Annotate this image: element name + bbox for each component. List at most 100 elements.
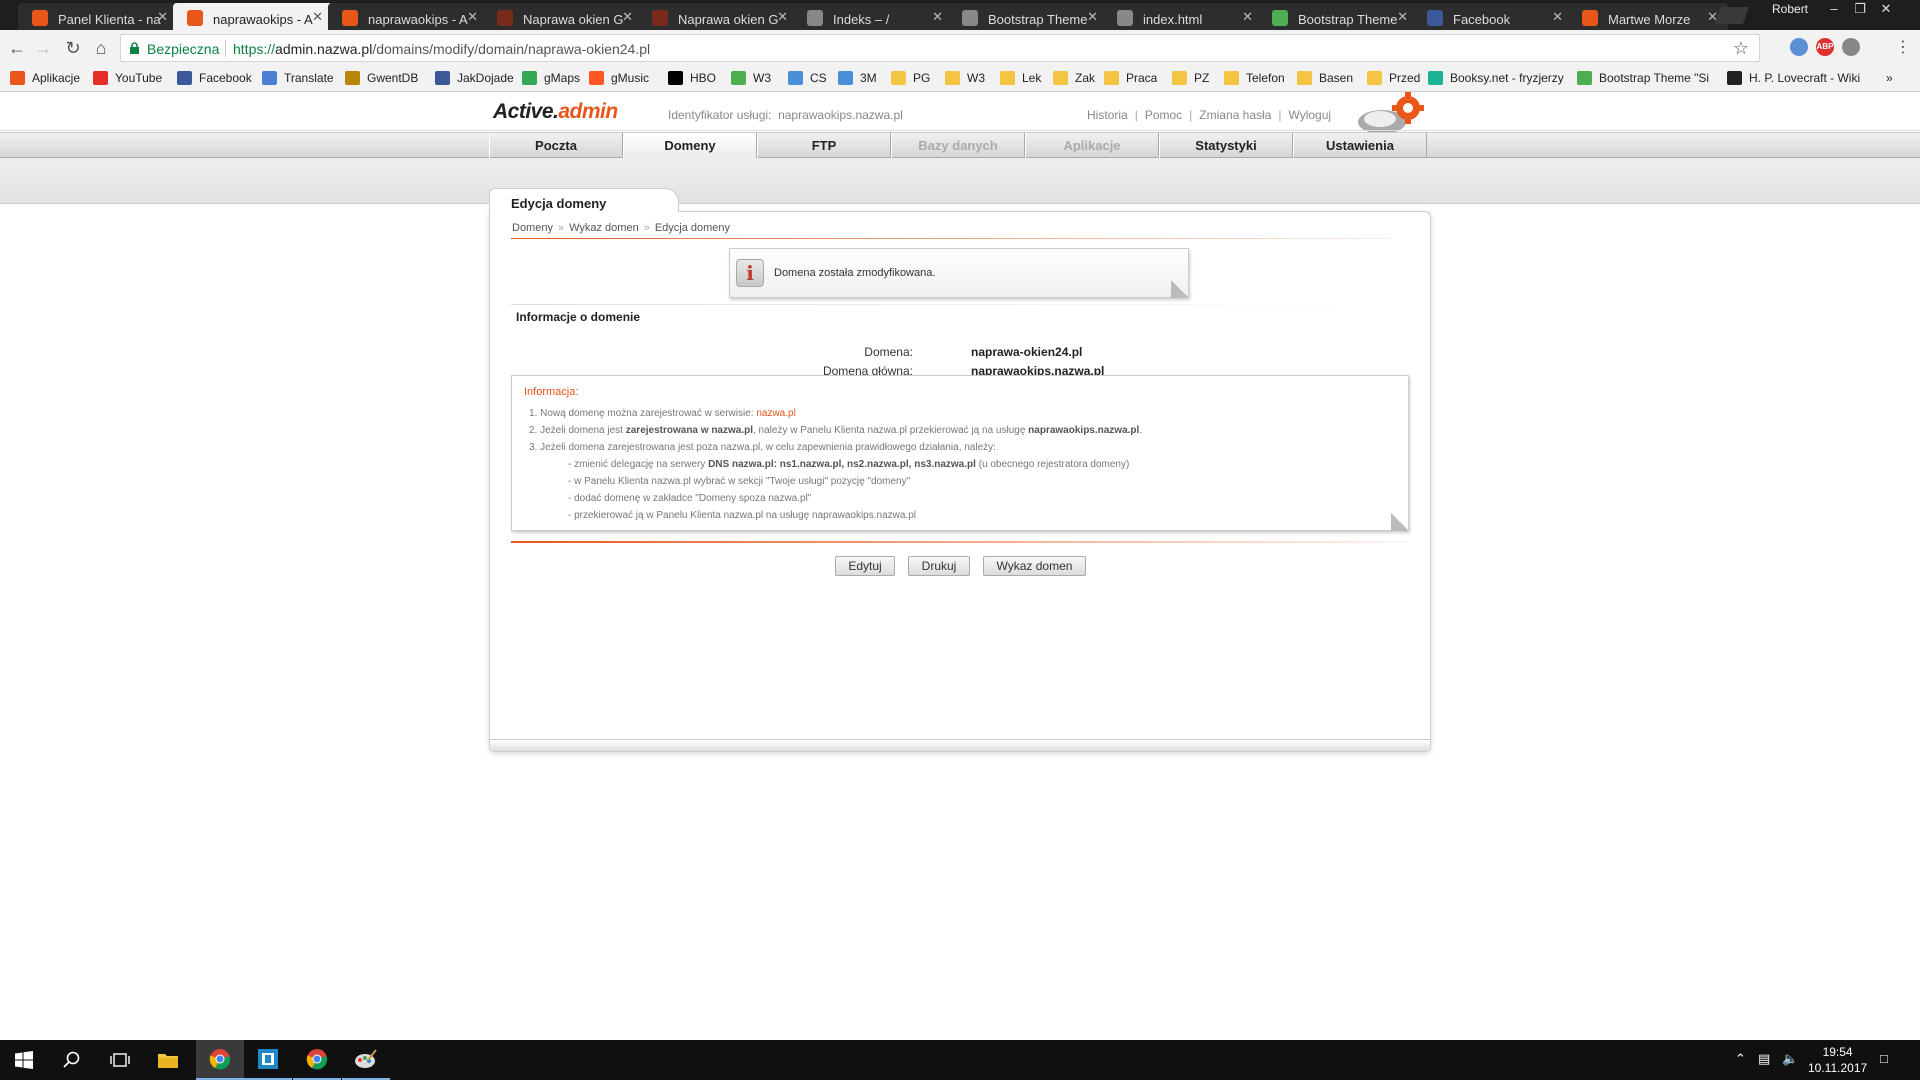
bookmark-item[interactable]: JakDojade xyxy=(435,71,514,85)
chrome-second-taskbar-icon[interactable] xyxy=(293,1040,341,1080)
link-pomoc[interactable]: Pomoc xyxy=(1145,108,1182,122)
reload-icon[interactable]: ↻ xyxy=(62,37,84,59)
bookmark-item[interactable]: gMusic xyxy=(589,71,649,85)
browser-tab[interactable]: Bootstrap Theme ✕ xyxy=(948,3,1108,30)
tab-close-icon[interactable]: ✕ xyxy=(312,9,323,25)
bookmark-item[interactable]: Praca xyxy=(1104,71,1157,85)
menu-tab-1[interactable]: Domeny xyxy=(623,133,757,159)
bookmark-item[interactable]: W3 xyxy=(945,71,985,85)
tab-close-icon[interactable]: ✕ xyxy=(157,9,168,25)
bookmark-item[interactable]: W3 xyxy=(731,71,771,85)
file-explorer-icon[interactable] xyxy=(144,1040,192,1080)
minimize-icon[interactable]: – xyxy=(1820,0,1848,20)
breadcrumb-wykaz-domen[interactable]: Wykaz domen xyxy=(569,222,639,234)
browser-tab[interactable]: Facebook ✕ xyxy=(1413,3,1573,30)
bookmark-item[interactable]: PZ xyxy=(1172,71,1209,85)
bookmark-item[interactable]: 3M xyxy=(838,71,877,85)
app-taskbar-icon[interactable] xyxy=(244,1040,292,1080)
bookmark-item[interactable]: Przed xyxy=(1367,71,1420,85)
browser-tab[interactable]: Naprawa okien G ✕ xyxy=(483,3,643,30)
tab-close-icon[interactable]: ✕ xyxy=(932,9,943,25)
task-view-icon[interactable] xyxy=(96,1040,144,1080)
bookmark-item[interactable]: Basen xyxy=(1297,71,1353,85)
bookmark-item[interactable]: CS xyxy=(788,71,827,85)
bookmark-item[interactable]: YouTube xyxy=(93,71,162,85)
edit-button[interactable]: Edytuj xyxy=(835,556,895,576)
menu-tab-0[interactable]: Poczta xyxy=(489,133,623,159)
back-icon[interactable]: ← xyxy=(6,37,28,59)
link-zmiana-hasla[interactable]: Zmiana hasła xyxy=(1199,108,1271,122)
search-icon[interactable] xyxy=(48,1040,96,1080)
tab-title: Panel Klienta - na xyxy=(58,12,161,27)
bookmark-label: gMaps xyxy=(544,71,581,85)
browser-tab[interactable]: Bootstrap Theme ✕ xyxy=(1258,3,1418,30)
tab-title: naprawaokips - A xyxy=(213,12,313,27)
notifications-icon[interactable]: □ xyxy=(1880,1051,1888,1066)
breadcrumb-domeny[interactable]: Domeny xyxy=(512,222,553,234)
close-window-icon[interactable]: ✕ xyxy=(1872,0,1900,20)
windows-start-icon[interactable] xyxy=(0,1040,48,1080)
browser-tab[interactable]: index.html ✕ xyxy=(1103,3,1263,30)
bookmark-label: W3 xyxy=(967,71,985,85)
bookmark-item[interactable]: Booksy.net - fryzjerzy xyxy=(1428,71,1564,85)
bookmark-star-icon[interactable]: ☆ xyxy=(1733,38,1749,59)
address-bar[interactable]: Bezpieczna https://admin.nazwa.pl/domain… xyxy=(120,34,1760,62)
clock[interactable]: 19:54 10.11.2017 xyxy=(1808,1044,1867,1076)
browser-tab[interactable]: naprawaokips - A ✕ xyxy=(173,3,333,30)
network-icon[interactable]: ▤ xyxy=(1758,1051,1770,1067)
restore-icon[interactable]: ❐ xyxy=(1846,0,1874,20)
chrome-taskbar-icon[interactable] xyxy=(196,1040,244,1080)
bookmark-item[interactable]: Telefon xyxy=(1224,71,1285,85)
link-wyloguj[interactable]: Wyloguj xyxy=(1288,108,1331,122)
tab-close-icon[interactable]: ✕ xyxy=(1397,9,1408,25)
tray-chevron-icon[interactable]: ⌃ xyxy=(1735,1051,1746,1067)
tab-close-icon[interactable]: ✕ xyxy=(1552,9,1563,25)
print-button[interactable]: Drukuj xyxy=(908,556,970,576)
bookmark-item[interactable]: Bootstrap Theme "Si xyxy=(1577,71,1709,85)
bookmark-item[interactable]: Facebook xyxy=(177,71,252,85)
bookmarks-overflow-icon[interactable]: » xyxy=(1886,71,1893,85)
bookmark-icon xyxy=(262,71,277,85)
tab-close-icon[interactable]: ✕ xyxy=(1087,9,1098,25)
browser-tab[interactable]: Martwe Morze ✕ xyxy=(1568,3,1728,30)
menu-dots-icon[interactable]: ⋮ xyxy=(1892,37,1914,59)
pen-extension-icon[interactable] xyxy=(1842,38,1860,56)
active-admin-logo[interactable]: Active.admin xyxy=(493,100,618,124)
tab-close-icon[interactable]: ✕ xyxy=(1242,9,1253,25)
menu-tab-6[interactable]: Ustawienia xyxy=(1293,133,1427,159)
domain-list-button[interactable]: Wykaz domen xyxy=(983,556,1086,576)
browser-tab[interactable]: Panel Klienta - na ✕ xyxy=(18,3,178,30)
profile-name[interactable]: Robert xyxy=(1772,2,1808,16)
breadcrumb: Domeny» Wykaz domen» Edycja domeny xyxy=(512,222,731,234)
browser-tab[interactable]: naprawaokips - A ✕ xyxy=(328,3,488,30)
volume-icon[interactable]: 🔈 xyxy=(1782,1051,1798,1067)
bookmark-item[interactable]: GwentDB xyxy=(345,71,418,85)
bookmark-item[interactable]: H. P. Lovecraft - Wiki xyxy=(1727,71,1860,85)
bookmark-item[interactable]: Zak xyxy=(1053,71,1095,85)
bookmark-item[interactable]: gMaps xyxy=(522,71,580,85)
browser-tab[interactable]: Naprawa okien G ✕ xyxy=(638,3,798,30)
bookmark-item[interactable]: Translate xyxy=(262,71,334,85)
menu-tab-2[interactable]: FTP xyxy=(757,133,891,159)
nazwa-link[interactable]: nazwa.pl xyxy=(756,408,795,419)
adblock-extension-icon[interactable]: ABP xyxy=(1816,38,1834,56)
tab-close-icon[interactable]: ✕ xyxy=(467,9,478,25)
tab-close-icon[interactable]: ✕ xyxy=(777,9,788,25)
home-icon[interactable]: ⌂ xyxy=(90,37,112,59)
menu-tab-5[interactable]: Statystyki xyxy=(1159,133,1293,159)
new-tab-button[interactable] xyxy=(1714,7,1750,24)
bookmark-item[interactable]: Aplikacje xyxy=(10,71,80,85)
service-id: Identyfikator usługi: naprawaokips.nazwa… xyxy=(668,108,903,122)
eye-extension-icon[interactable] xyxy=(1790,38,1808,56)
browser-tab[interactable]: Indeks – / ✕ xyxy=(793,3,953,30)
paint-taskbar-icon[interactable] xyxy=(342,1040,390,1080)
info-box: Informacja: 1. Nową domenę można zarejes… xyxy=(511,375,1409,531)
bookmark-item[interactable]: PG xyxy=(891,71,930,85)
bookmark-item[interactable]: HBO xyxy=(668,71,716,85)
bookmark-item[interactable]: Lek xyxy=(1000,71,1041,85)
link-historia[interactable]: Historia xyxy=(1087,108,1128,122)
detail-value: naprawa-okien24.pl xyxy=(971,345,1083,359)
forward-icon[interactable]: → xyxy=(32,37,54,59)
bookmark-label: GwentDB xyxy=(367,71,419,85)
tab-close-icon[interactable]: ✕ xyxy=(622,9,633,25)
